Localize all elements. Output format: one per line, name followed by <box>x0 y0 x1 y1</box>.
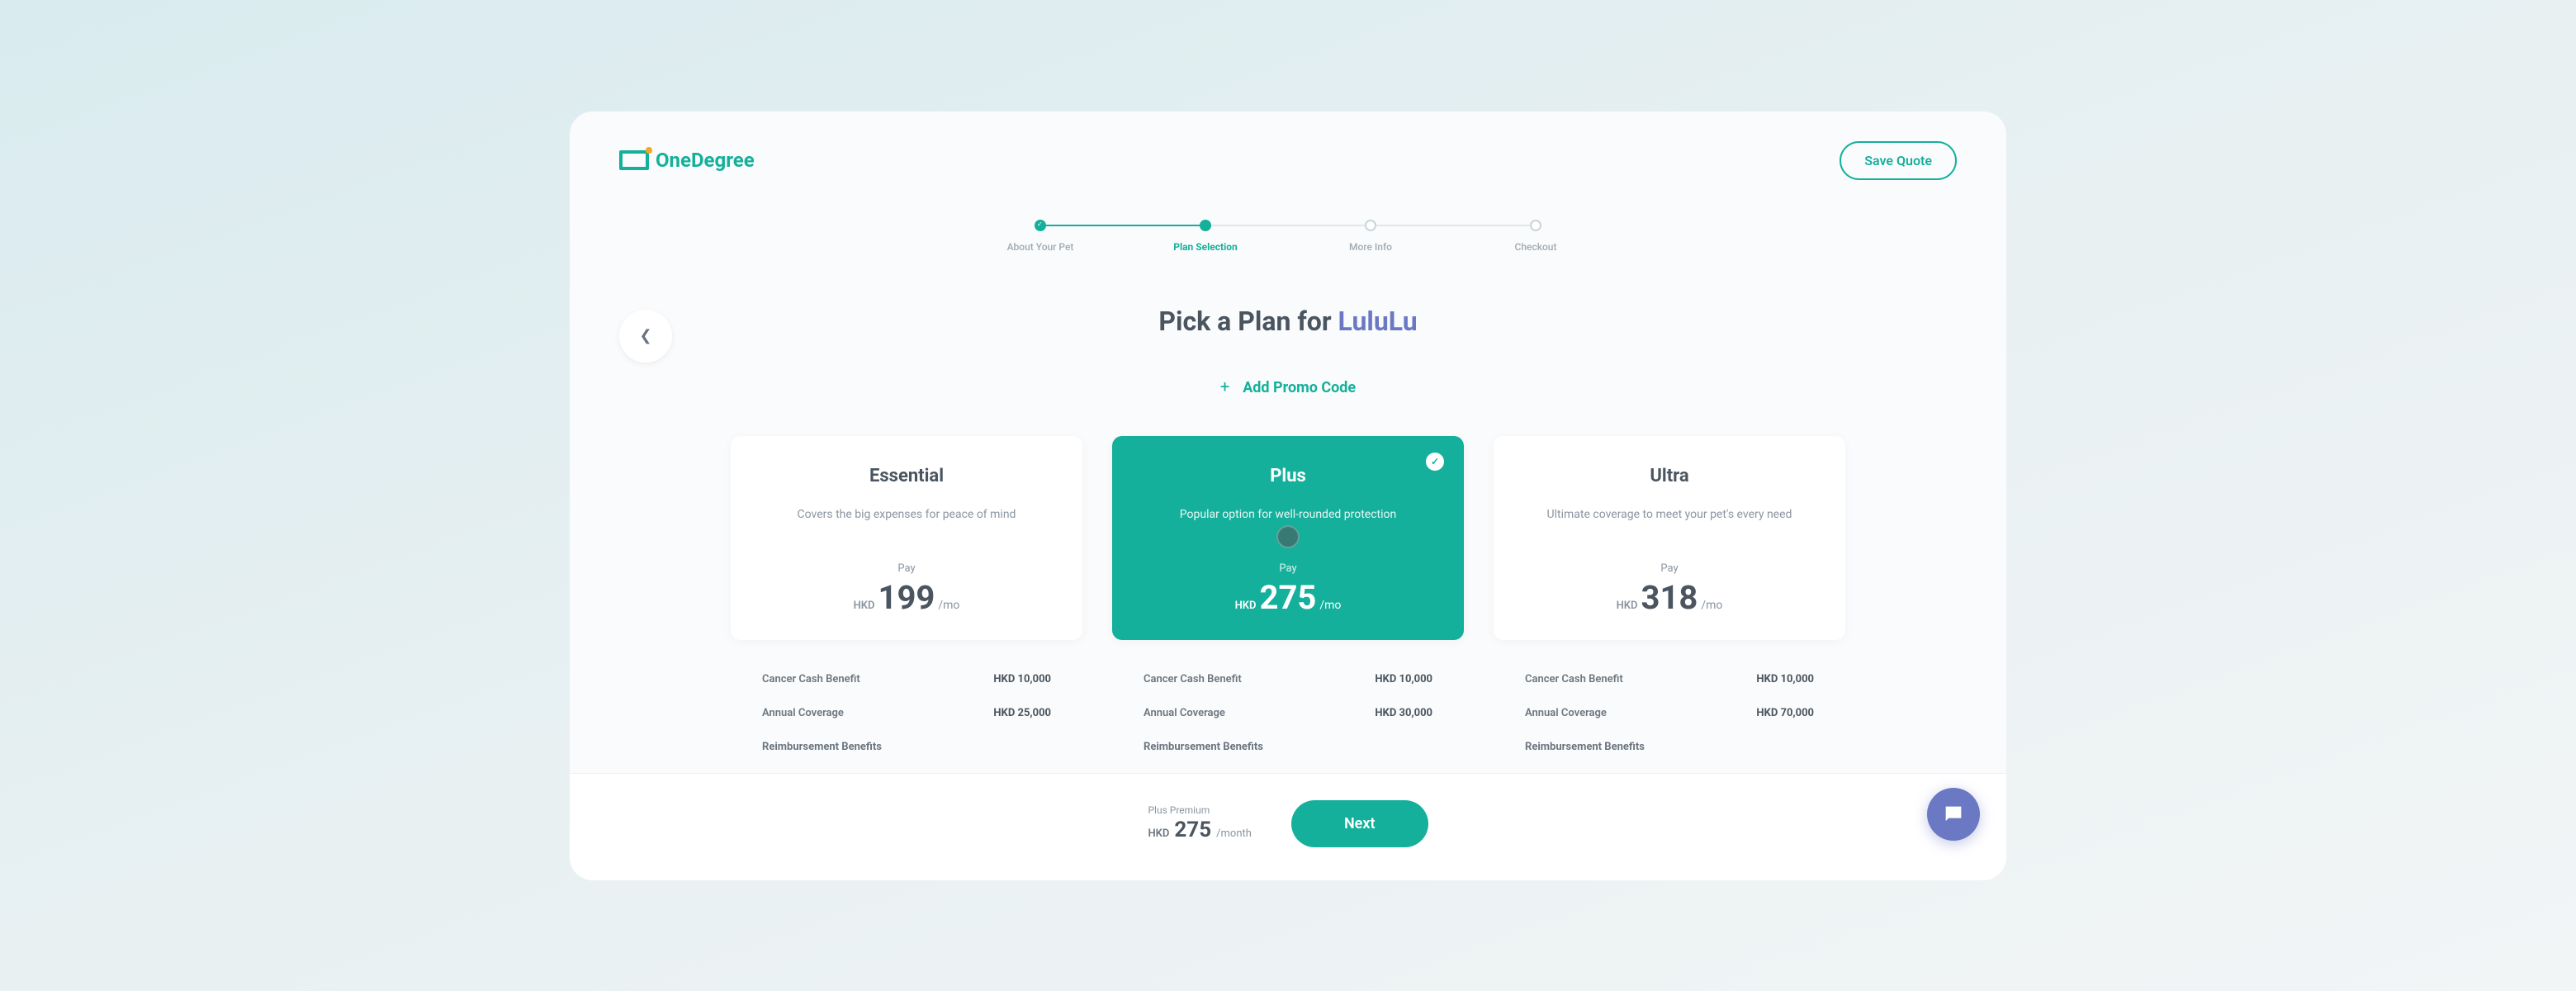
price-value: 199 <box>878 578 935 617</box>
pay-label: Pay <box>757 562 1056 575</box>
detail-row: Annual Coverage HKD 70,000 <box>1525 707 1814 719</box>
footer-bar: Plus Premium HKD 275 /month Next <box>570 773 2006 880</box>
app-card: OneDegree Save Quote ❮ About Your Pet Pl… <box>570 111 2006 880</box>
currency: HKD <box>1617 600 1638 612</box>
footer-summary: Plus Premium HKD 275 /month <box>1148 804 1251 842</box>
footer-price: HKD 275 /month <box>1148 818 1251 842</box>
footer-price-value: 275 <box>1174 818 1211 842</box>
step-dot-icon <box>1530 220 1541 231</box>
details-col-essential: Cancer Cash Benefit HKD 10,000 Annual Cov… <box>731 673 1082 773</box>
logo-icon <box>619 150 649 170</box>
step-about-pet[interactable]: About Your Pet <box>958 220 1123 253</box>
cursor-icon <box>1276 525 1300 548</box>
chat-icon <box>1942 803 1965 826</box>
detail-row: Cancer Cash Benefit HKD 10,000 <box>762 673 1051 685</box>
logo[interactable]: OneDegree <box>619 149 755 172</box>
plan-price: HKD 318 /mo <box>1520 578 1819 617</box>
step-label: Plan Selection <box>1173 241 1238 253</box>
plan-price: HKD 275 /mo <box>1139 578 1437 617</box>
detail-label: Annual Coverage <box>762 707 844 719</box>
step-dot-icon <box>1035 220 1046 231</box>
promo-label: Add Promo Code <box>1243 379 1356 396</box>
price-suffix: /mo <box>1319 599 1341 612</box>
step-line <box>1205 225 1371 226</box>
check-icon: ✓ <box>1426 453 1444 471</box>
plan-card-plus[interactable]: ✓ Plus Popular option for well-rounded p… <box>1112 436 1464 640</box>
title-prefix: Pick a Plan for <box>1158 306 1338 337</box>
plan-desc: Ultimate coverage to meet your pet's eve… <box>1520 506 1819 539</box>
step-label: More Info <box>1349 241 1392 253</box>
plan-details: Cancer Cash Benefit HKD 10,000 Annual Cov… <box>570 673 2006 773</box>
step-line <box>1371 225 1536 226</box>
detail-value: HKD 10,000 <box>993 673 1051 685</box>
step-label: Checkout <box>1515 241 1557 253</box>
chat-button[interactable] <box>1927 788 1980 841</box>
plan-name: Essential <box>757 466 1056 486</box>
add-promo-button[interactable]: + Add Promo Code <box>570 377 2006 396</box>
detail-section: Reimbursement Benefits <box>1525 741 1814 753</box>
footer-price-suffix: /month <box>1216 827 1252 840</box>
footer-currency: HKD <box>1148 827 1169 840</box>
detail-label: Cancer Cash Benefit <box>762 673 860 685</box>
logo-text: OneDegree <box>656 149 755 172</box>
plan-desc: Covers the big expenses for peace of min… <box>757 506 1056 539</box>
back-button[interactable]: ❮ <box>619 310 672 363</box>
detail-value: HKD 10,000 <box>1756 673 1814 685</box>
stepper: About Your Pet Plan Selection More Info … <box>570 220 2006 253</box>
plan-card-essential[interactable]: ✓ Essential Covers the big expenses for … <box>731 436 1082 640</box>
pet-name: LuluLu <box>1338 306 1418 337</box>
detail-label: Annual Coverage <box>1525 707 1607 719</box>
detail-label: Annual Coverage <box>1144 707 1225 719</box>
detail-value: HKD 10,000 <box>1375 673 1432 685</box>
header: OneDegree Save Quote <box>570 111 2006 180</box>
details-col-plus: Cancer Cash Benefit HKD 10,000 Annual Cov… <box>1112 673 1464 773</box>
detail-section: Reimbursement Benefits <box>1144 741 1432 753</box>
footer-plan-label: Plus Premium <box>1148 804 1251 816</box>
detail-value: HKD 70,000 <box>1756 707 1814 719</box>
price-value: 318 <box>1641 578 1698 617</box>
next-button[interactable]: Next <box>1291 800 1428 847</box>
currency: HKD <box>854 600 875 612</box>
step-line <box>1040 225 1205 226</box>
plan-name: Ultra <box>1520 466 1819 486</box>
detail-row: Cancer Cash Benefit HKD 10,000 <box>1525 673 1814 685</box>
price-suffix: /mo <box>938 599 959 612</box>
plus-icon: + <box>1220 377 1229 396</box>
detail-row: Annual Coverage HKD 30,000 <box>1144 707 1432 719</box>
page-title: Pick a Plan for LuluLu <box>570 306 2006 337</box>
currency: HKD <box>1235 600 1257 612</box>
plan-card-ultra[interactable]: ✓ Ultra Ultimate coverage to meet your p… <box>1494 436 1845 640</box>
details-col-ultra: Cancer Cash Benefit HKD 10,000 Annual Cov… <box>1494 673 1845 773</box>
step-label: About Your Pet <box>1007 241 1074 253</box>
step-dot-icon <box>1200 220 1211 231</box>
chevron-left-icon: ❮ <box>639 327 651 344</box>
plan-price: HKD 199 /mo <box>757 578 1056 617</box>
detail-label: Cancer Cash Benefit <box>1525 673 1623 685</box>
detail-section: Reimbursement Benefits <box>762 741 1051 753</box>
detail-row: Cancer Cash Benefit HKD 10,000 <box>1144 673 1432 685</box>
detail-value: HKD 30,000 <box>1375 707 1432 719</box>
detail-row: Annual Coverage HKD 25,000 <box>762 707 1051 719</box>
step-dot-icon <box>1365 220 1376 231</box>
detail-label: Cancer Cash Benefit <box>1144 673 1242 685</box>
plans-row: ✓ Essential Covers the big expenses for … <box>570 436 2006 640</box>
pay-label: Pay <box>1520 562 1819 575</box>
save-quote-button[interactable]: Save Quote <box>1840 141 1957 180</box>
detail-value: HKD 25,000 <box>993 707 1051 719</box>
price-value: 275 <box>1260 578 1317 617</box>
plan-name: Plus <box>1139 466 1437 486</box>
price-suffix: /mo <box>1701 599 1722 612</box>
pay-label: Pay <box>1139 562 1437 575</box>
